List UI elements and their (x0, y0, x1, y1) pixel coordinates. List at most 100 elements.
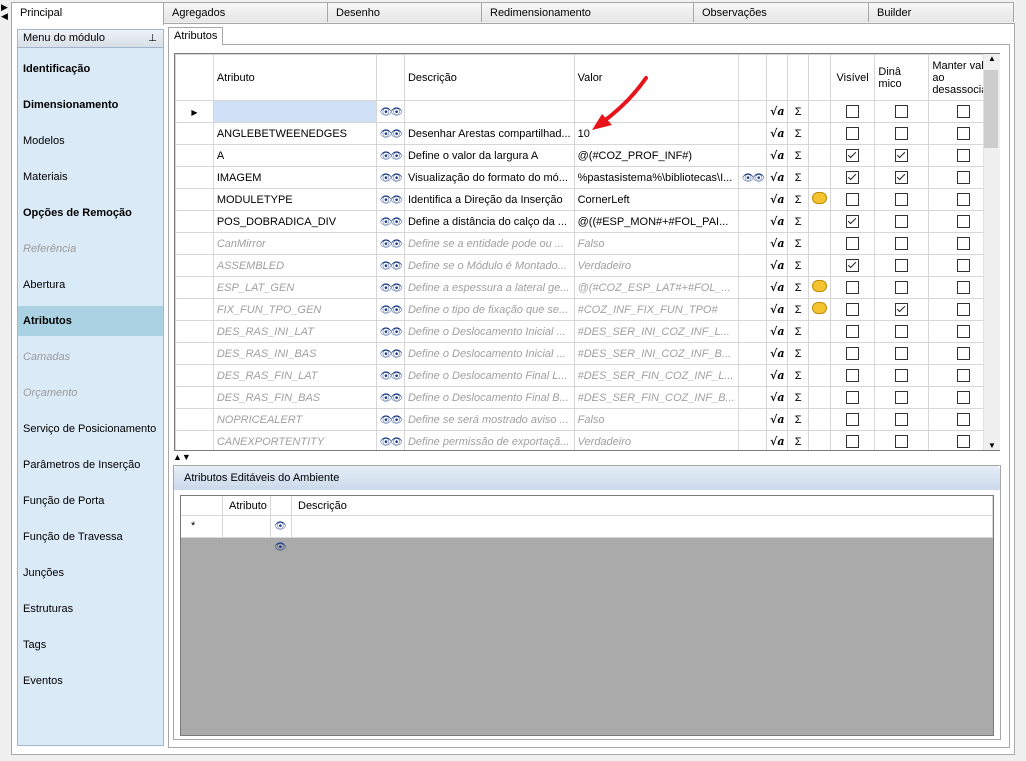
visivel-checkbox[interactable] (829, 342, 876, 365)
row-header[interactable] (175, 320, 214, 343)
sidebar-item[interactable]: Dimensionamento (18, 90, 163, 120)
valor-cell[interactable]: #COZ_INF_FIX_FUN_TPO# (573, 298, 739, 321)
atributo-cell[interactable]: NOPRICEALERT (212, 408, 377, 431)
table-row[interactable]: ASSEMBLED 👁👁 Define se o Módulo é Montado.… (175, 254, 999, 277)
sigma-icon[interactable]: Σ (787, 232, 809, 255)
row-header[interactable] (175, 342, 214, 365)
grid-scroll-thumb[interactable] (984, 70, 998, 148)
table-row[interactable]: MODULETYPE 👁👁 Identifica a Direção da Inse… (175, 188, 999, 211)
sidebar-item[interactable]: Opções de Remoção (18, 198, 163, 228)
atributo-cell[interactable]: ASSEMBLED (212, 254, 377, 277)
descricao-cell[interactable]: Define a espessura a lateral ge... (403, 276, 575, 299)
row-header[interactable] (175, 430, 214, 450)
row-header[interactable] (175, 276, 214, 299)
sigma-icon[interactable]: Σ (787, 364, 809, 387)
valor-cell[interactable]: CornerLeft (573, 188, 739, 211)
binoculars-icon[interactable]: 👁👁 (271, 516, 292, 553)
visivel-checkbox[interactable] (829, 144, 876, 167)
sidebar-item[interactable]: Atributos (18, 306, 163, 336)
sigma-icon[interactable]: Σ (787, 430, 809, 450)
dinamico-checkbox[interactable] (874, 122, 930, 145)
sigma-icon[interactable]: Σ (787, 386, 809, 409)
sigma-icon[interactable]: Σ (787, 100, 809, 123)
visivel-checkbox[interactable] (829, 320, 876, 343)
formula-icon[interactable]: √a (766, 100, 789, 123)
visivel-checkbox[interactable] (829, 188, 876, 211)
tab-agregados[interactable]: Agregados (163, 2, 328, 22)
formula-icon[interactable]: √a (766, 122, 789, 145)
row-header[interactable] (175, 408, 214, 431)
tab-desenho[interactable]: Desenho (327, 2, 482, 22)
sigma-icon[interactable]: Σ (787, 144, 809, 167)
atributo-cell[interactable]: CANEXPORTENTITY (212, 430, 377, 450)
visivel-checkbox[interactable] (829, 254, 876, 277)
table-row[interactable]: DES_RAS_INI_BAS 👁👁 Define o Deslocamento I… (175, 342, 999, 365)
valor-cell[interactable]: @(#COZ_ESP_LAT#+#FOL_... (573, 276, 739, 299)
visivel-checkbox[interactable] (829, 276, 876, 299)
dinamico-checkbox[interactable] (874, 320, 930, 343)
table-row[interactable]: DES_RAS_FIN_BAS 👁👁 Define o Deslocamento F… (175, 386, 999, 409)
sidebar-item[interactable]: Referência (18, 234, 163, 264)
sigma-icon[interactable]: Σ (787, 320, 809, 343)
column-header-descricao[interactable]: Descrição (403, 54, 575, 101)
pin-icon[interactable]: ⊥ (148, 30, 157, 47)
sidebar-item[interactable]: Identificação (18, 54, 163, 84)
sigma-icon[interactable]: Σ (787, 254, 809, 277)
valor-cell[interactable]: %pastasistema%\bibliotecas\I... (573, 166, 739, 189)
binoculars-icon[interactable]: 👁👁 (737, 166, 768, 189)
table-row[interactable]: ▶ 👁👁 √a Σ (175, 100, 999, 123)
dinamico-checkbox[interactable] (874, 188, 930, 211)
scroll-up-icon[interactable]: ▲ (984, 54, 1000, 63)
dinamico-checkbox[interactable] (874, 210, 930, 233)
formula-icon[interactable]: √a (766, 232, 789, 255)
row-header[interactable] (175, 386, 214, 409)
sidebar-item[interactable]: Eventos (18, 666, 163, 696)
row-header[interactable]: ▶ (175, 100, 214, 123)
dinamico-checkbox[interactable] (874, 408, 930, 431)
sidebar-item[interactable]: Materiais (18, 162, 163, 192)
formula-icon[interactable]: √a (766, 342, 789, 365)
sidebar-item[interactable]: Orçamento (18, 378, 163, 408)
descricao-cell[interactable]: Identifica a Direção da Inserção (403, 188, 575, 211)
visivel-checkbox[interactable] (829, 364, 876, 387)
dinamico-checkbox[interactable] (874, 166, 930, 189)
binoculars-icon[interactable]: 👁👁 (375, 408, 405, 431)
binoculars-icon[interactable]: 👁👁 (375, 298, 405, 321)
table-row[interactable]: CanMirror 👁👁 Define se a entidade pode ou … (175, 232, 999, 255)
descricao-cell[interactable]: Define a distância do calço da ... (403, 210, 575, 233)
descricao-cell[interactable]: Define se o Módulo é Montado... (403, 254, 575, 277)
valor-cell[interactable]: #DES_SER_FIN_COZ_INF_B... (573, 386, 739, 409)
atributo-cell[interactable]: DES_RAS_INI_LAT (212, 320, 377, 343)
descricao-cell[interactable]: Define o Deslocamento Final L... (403, 364, 575, 387)
table-row[interactable]: POS_DOBRADICA_DIV 👁👁 Define a distância do… (175, 210, 999, 233)
binoculars-icon[interactable]: 👁👁 (375, 386, 405, 409)
table-row[interactable]: CANEXPORTENTITY 👁👁 Define permissão de exp… (175, 430, 999, 450)
valor-cell[interactable]: #DES_SER_INI_COZ_INF_B... (573, 342, 739, 365)
binoculars-icon[interactable]: 👁👁 (375, 188, 405, 211)
tab-observacoes[interactable]: Observações (693, 2, 869, 22)
atributo-cell[interactable] (212, 100, 377, 123)
formula-icon[interactable]: √a (766, 210, 789, 233)
atributo-cell[interactable]: MODULETYPE (212, 188, 377, 211)
dinamico-checkbox[interactable] (874, 342, 930, 365)
descricao-cell[interactable]: Define permissão de exportaçã... (403, 430, 575, 450)
table-row[interactable]: FIX_FUN_TPO_GEN 👁👁 Define o tipo de fixaçã… (175, 298, 999, 321)
lower-atributo-cell[interactable] (223, 516, 271, 538)
dinamico-checkbox[interactable] (874, 298, 930, 321)
atributo-cell[interactable]: POS_DOBRADICA_DIV (212, 210, 377, 233)
lower-column-header-atributo[interactable]: Atributo (223, 496, 271, 516)
formula-icon[interactable]: √a (766, 254, 789, 277)
atributo-cell[interactable]: DES_RAS_FIN_BAS (212, 386, 377, 409)
row-header[interactable] (175, 122, 214, 145)
sidebar-item[interactable]: Modelos (18, 126, 163, 156)
sigma-icon[interactable]: Σ (787, 122, 809, 145)
formula-icon[interactable]: √a (766, 430, 789, 450)
row-header[interactable] (175, 364, 214, 387)
dinamico-checkbox[interactable] (874, 386, 930, 409)
dinamico-checkbox[interactable] (874, 276, 930, 299)
visivel-checkbox[interactable] (829, 408, 876, 431)
valor-cell[interactable]: @((#ESP_MON#+#FOL_PAI... (573, 210, 739, 233)
visivel-checkbox[interactable] (829, 298, 876, 321)
formula-icon[interactable]: √a (766, 298, 789, 321)
sidebar-item[interactable]: Abertura (18, 270, 163, 300)
